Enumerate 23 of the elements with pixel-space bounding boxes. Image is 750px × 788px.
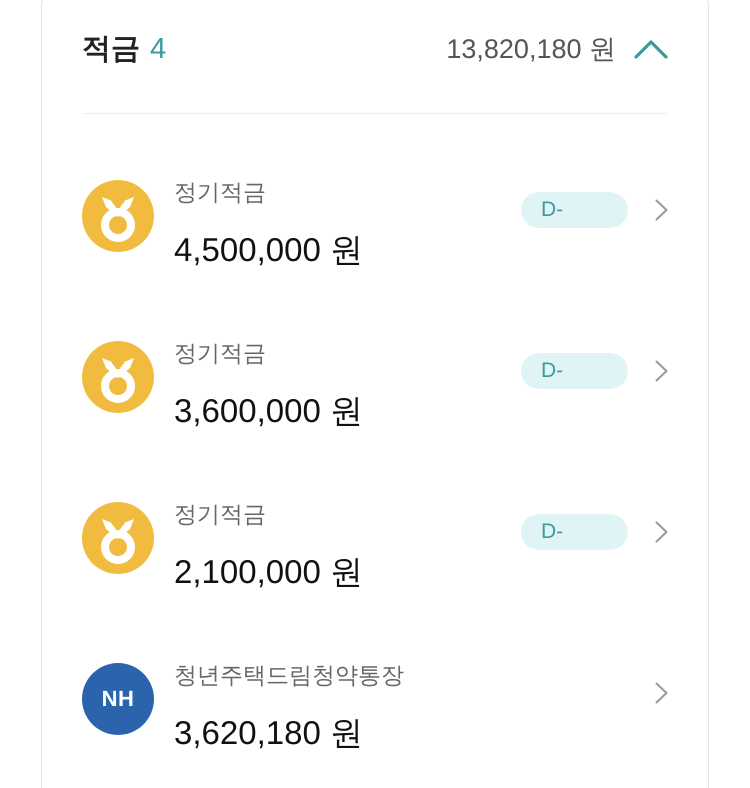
account-amount: 4,500,000 원 xyxy=(174,230,363,270)
medal-logo-icon xyxy=(82,340,154,412)
due-date-badge: D- xyxy=(521,192,628,228)
account-amount: 3,600,000 원 xyxy=(174,390,363,430)
account-name: 정기적금 xyxy=(174,338,266,368)
medal-logo-icon xyxy=(82,180,154,252)
chevron-right-icon[interactable] xyxy=(655,360,668,382)
chevron-right-icon[interactable] xyxy=(655,520,668,542)
chevron-right-icon[interactable] xyxy=(655,198,668,220)
account-amount: 3,620,180 원 xyxy=(174,712,363,752)
caret-icon[interactable] xyxy=(634,38,668,60)
due-date-badge: D- xyxy=(521,514,628,550)
section-title: 적금 xyxy=(82,32,140,67)
account-count: 4 xyxy=(150,32,166,67)
account-name: 정기적금 xyxy=(174,178,266,206)
chevron-right-icon[interactable] xyxy=(655,682,668,704)
total-amount: 13,820,180 원 xyxy=(446,33,616,66)
due-date-badge: D- xyxy=(521,352,628,388)
medal-logo-icon xyxy=(82,502,154,574)
bank-logo: NH xyxy=(82,662,154,734)
account-name: 청년주택드림청약통장 xyxy=(174,660,404,690)
account-amount: 2,100,000 원 xyxy=(174,552,363,592)
account-name: 정기적금 xyxy=(174,500,266,528)
